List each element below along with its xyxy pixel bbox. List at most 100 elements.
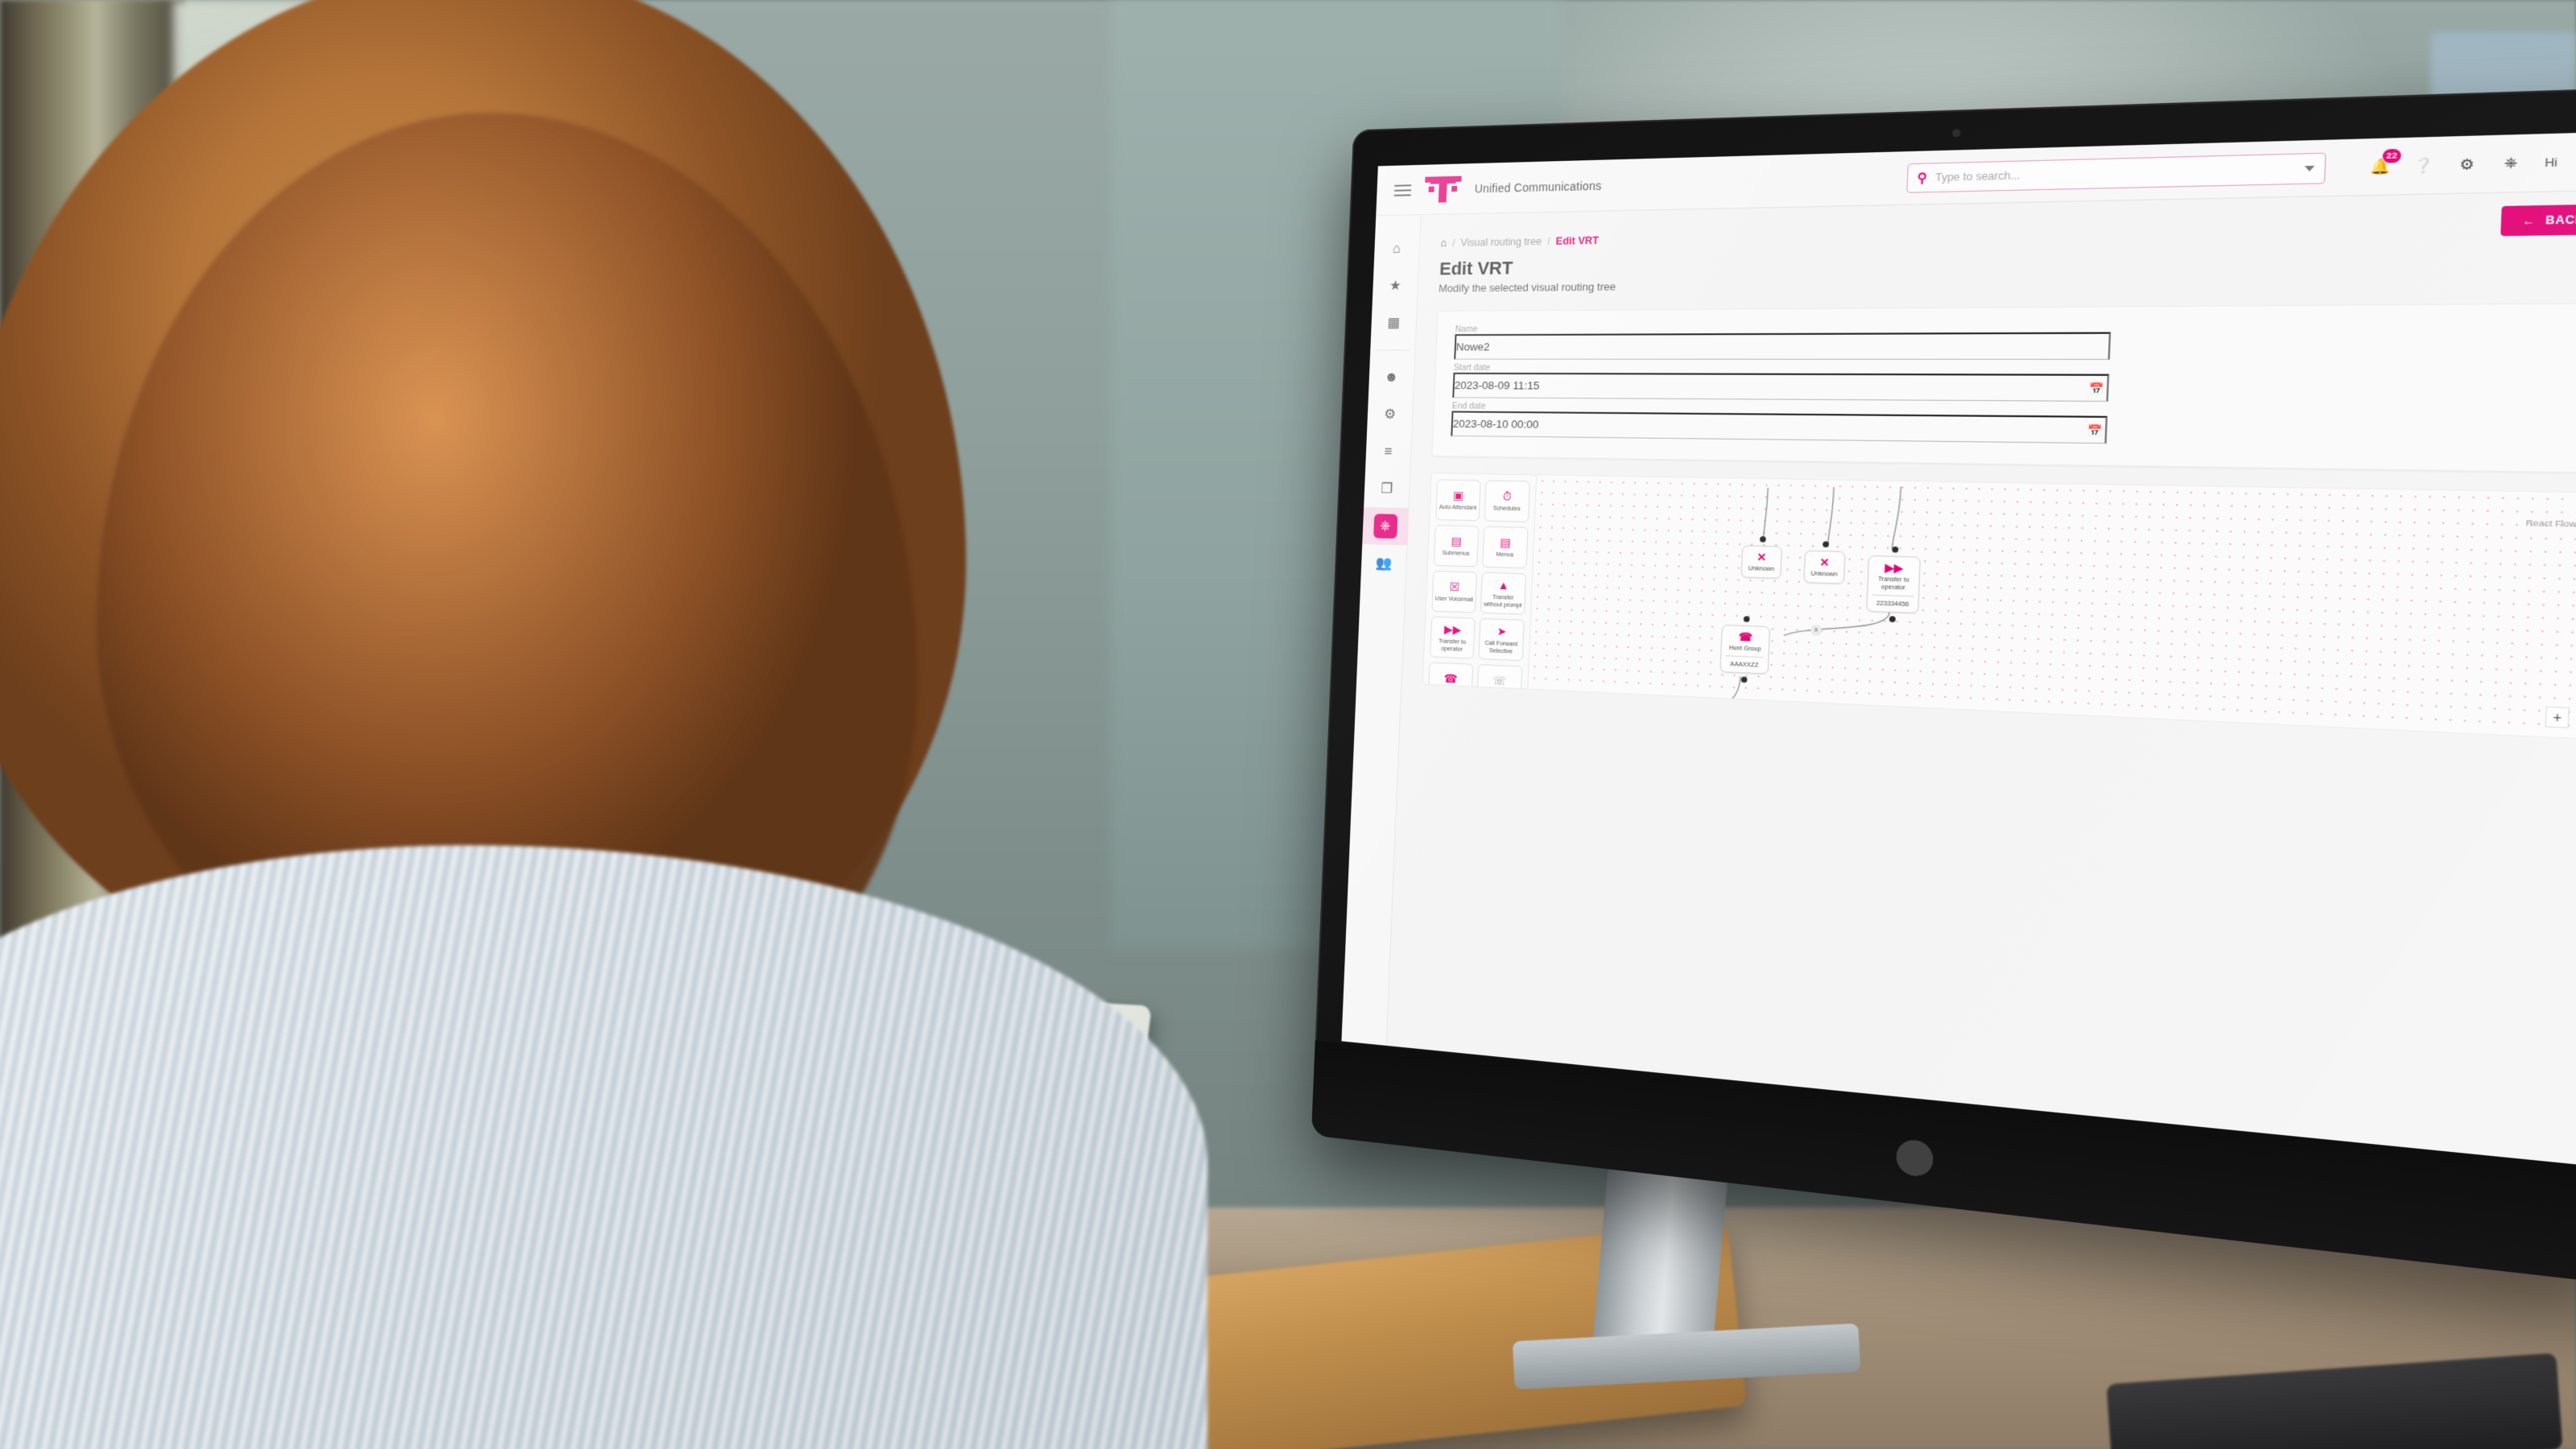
- palette-item-label: Menus: [1496, 550, 1514, 559]
- end-date-input[interactable]: [1451, 411, 2107, 444]
- fast-forward-icon: ▶▶: [1443, 622, 1462, 637]
- headset-icon: ☏: [1492, 674, 1507, 688]
- node-handle-top[interactable]: [1743, 616, 1750, 622]
- chevron-down-icon[interactable]: [2304, 165, 2315, 171]
- node-label: Unknown: [1748, 564, 1775, 573]
- breadcrumb-current: Edit VRT: [1555, 234, 1600, 247]
- palette-transfer-without-prompt[interactable]: ▲ Transfer without prompt: [1480, 572, 1527, 615]
- sidebar-item-home[interactable]: ⌂: [1380, 229, 1414, 267]
- node-handle-bottom[interactable]: [1740, 676, 1748, 683]
- notifications-icon[interactable]: 🔔 22: [2370, 148, 2402, 176]
- hunt-group-icon: ☎: [1443, 671, 1459, 686]
- edge-delete-button[interactable]: x: [1715, 709, 1728, 721]
- palette-auto-attendant[interactable]: ▣ Auto Attendant: [1435, 479, 1481, 522]
- t-mobile-logo: [1425, 174, 1462, 204]
- palette-schedules[interactable]: ⏱ Schedules: [1484, 480, 1530, 522]
- monitor-bezel: Unified Communications ⚲ 🔔 22 ❔: [1311, 86, 2576, 1286]
- breadcrumb-parent-link[interactable]: Visual routing tree: [1460, 235, 1542, 248]
- search-box[interactable]: ⚲: [1906, 152, 2326, 193]
- node-value: AAAXXZZ: [1725, 654, 1765, 669]
- notification-badge: 22: [2382, 148, 2402, 163]
- start-date-input[interactable]: [1452, 372, 2110, 402]
- body-split: ⌂ ★ ▦ ☻ ⚙ ≡ ❐ ⎈ 👥 ⌂ / Visual routing tre…: [1341, 190, 2576, 1167]
- zoom-in-button[interactable]: +: [2545, 706, 2570, 729]
- edge-delete-label: x: [1814, 627, 1818, 634]
- node-value: 223334456: [1872, 594, 1914, 608]
- vrt-builder: ▣ Auto Attendant ⏱ Schedules ▤ Submenus …: [1422, 473, 2576, 740]
- palette-user-voicemail[interactable]: ☒ User Voicemail: [1431, 570, 1477, 613]
- edge-delete-label: x: [1720, 712, 1724, 719]
- start-date-field: Start date 📅: [1452, 363, 2110, 402]
- search-input[interactable]: [1934, 162, 2297, 184]
- vrt-form-card: Name Start date 📅 End date: [1431, 303, 2576, 473]
- node-handle-top[interactable]: [1822, 541, 1829, 547]
- home-icon[interactable]: ⌂: [1440, 237, 1447, 249]
- power-icon[interactable]: ⎈: [2500, 154, 2522, 173]
- clock-icon: ⏱: [1502, 489, 1513, 503]
- topbar-icon-group: 🔔 22 ❔ ⚙ ⎈ Hi: [2370, 147, 2576, 180]
- sidebar-item-routing-tree[interactable]: ⎈: [1361, 506, 1409, 546]
- contact-book-icon: ▣: [1452, 489, 1464, 502]
- app-window: Unified Communications ⚲ 🔔 22 ❔: [1341, 130, 2576, 1167]
- palette-transfer-to-operator[interactable]: ▶▶ Transfer to operator: [1430, 616, 1476, 659]
- back-button[interactable]: ← BACK: [2500, 204, 2576, 237]
- palette-submenus[interactable]: ▤ Submenus: [1433, 525, 1480, 568]
- close-x-icon: ✕: [1819, 555, 1830, 569]
- palette-item-label: Hunt Group: [1435, 686, 1465, 689]
- arrow-left-icon: ←: [2522, 213, 2537, 228]
- calendar-icon[interactable]: 📅: [2087, 424, 2103, 439]
- palette-item-label: Auto Attendant: [1439, 503, 1477, 512]
- palette-call-forward-selective[interactable]: ➤ Call Forward Selective: [1478, 617, 1525, 662]
- hunt-group-icon: ☎: [1738, 630, 1753, 644]
- node-label: Unknown: [1810, 569, 1838, 578]
- webcam: [1952, 129, 1961, 138]
- sidebar-item-list[interactable]: ≡: [1371, 433, 1406, 471]
- back-button-label: BACK: [2545, 213, 2576, 227]
- node-unknown-2[interactable]: ✕ Unknown: [1803, 541, 1846, 584]
- node-handle-bottom[interactable]: [1889, 615, 1896, 622]
- node-hunt-group[interactable]: ☎ Hunt Group AAAXXZZ: [1719, 616, 1771, 683]
- sidebar-item-groups[interactable]: 👥: [1367, 544, 1402, 582]
- sidebar-item-favorites[interactable]: ★: [1378, 267, 1413, 305]
- node-label: Hunt Group: [1728, 643, 1761, 653]
- palette-hunt-group[interactable]: ☎ Hunt Group: [1427, 662, 1474, 690]
- apple-logo: [1893, 1125, 1938, 1179]
- sidebar-item-layers[interactable]: ❐: [1369, 470, 1404, 508]
- main-content: ↺ 08:16 s ⌂ / Visual routing tree / Edit…: [1386, 190, 2576, 1167]
- palette-item-label: Submenus: [1442, 548, 1470, 558]
- name-input[interactable]: [1454, 332, 2112, 360]
- breadcrumb-separator-2: /: [1546, 235, 1550, 247]
- node-transfer-to-operator[interactable]: ▶▶ Transfer to operator 223334456: [1866, 546, 1921, 622]
- zoom-in-label: +: [2552, 709, 2562, 725]
- palette-item-label: Transfer to operator: [1438, 637, 1467, 653]
- help-icon[interactable]: ❔: [2413, 156, 2434, 175]
- node-handle-top[interactable]: [1759, 536, 1766, 543]
- arrow-right-icon: ➤: [1496, 624, 1507, 638]
- calendar-icon[interactable]: 📅: [2089, 382, 2105, 397]
- sidebar-item-settings[interactable]: ⚙: [1373, 396, 1407, 434]
- node-handle-top[interactable]: [1891, 546, 1898, 553]
- node-label: Transfer to operator: [1877, 574, 1909, 592]
- flow-edges: [1528, 475, 2576, 738]
- page-header: Edit VRT Modify the selected visual rout…: [1439, 204, 2576, 295]
- palette-item-label: Transfer without prompt: [1484, 592, 1522, 609]
- node-unknown-1[interactable]: ✕ Unknown: [1740, 536, 1782, 579]
- palette-menus[interactable]: ▤ Menus: [1482, 526, 1529, 569]
- palette-item-label: Call Forward Selective: [1484, 638, 1518, 654]
- screen: Unified Communications ⚲ 🔔 22 ❔: [1341, 130, 2576, 1167]
- close-x-icon: ✕: [1757, 551, 1767, 564]
- palette-item-label: Schedules: [1492, 504, 1521, 513]
- search-icon: ⚲: [1917, 170, 1928, 186]
- palette-item-label: User Voicemail: [1435, 594, 1474, 604]
- settings-icon[interactable]: ⚙: [2456, 155, 2478, 174]
- submenu-icon: ▤: [1451, 534, 1463, 548]
- eject-icon: ▲: [1497, 578, 1510, 592]
- flow-canvas[interactable]: React Flow ✕ Unknown ✕ Unknown ▶▶ Transf…: [1528, 474, 2576, 740]
- imac-display: Unified Communications ⚲ 🔔 22 ❔: [1311, 86, 2576, 1286]
- sidebar-item-account[interactable]: ☻: [1374, 359, 1409, 396]
- sidebar-item-apps[interactable]: ▦: [1377, 304, 1411, 341]
- breadcrumb-separator-1: /: [1451, 237, 1455, 249]
- hamburger-icon[interactable]: [1393, 184, 1412, 196]
- node-palette: ▣ Auto Attendant ⏱ Schedules ▤ Submenus …: [1422, 473, 1538, 690]
